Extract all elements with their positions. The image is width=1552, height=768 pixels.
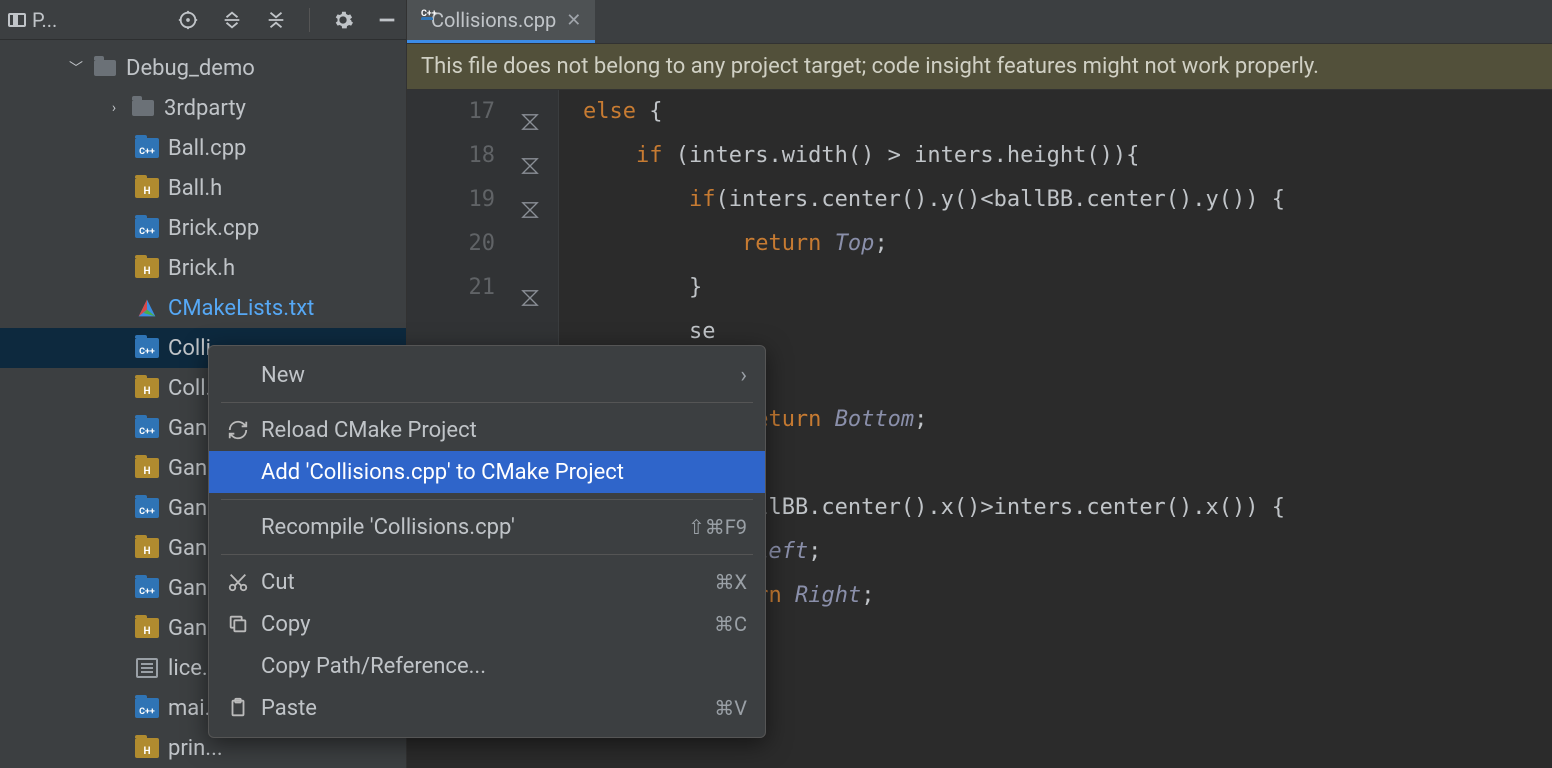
tree-item[interactable]: Ball.h — [0, 168, 406, 208]
cpp-file-icon — [134, 137, 160, 159]
panel-title: P... — [32, 8, 57, 32]
menu-item-label: Reload CMake Project — [261, 418, 747, 443]
cmake-file-icon — [134, 297, 160, 319]
tree-item-label: Ball.cpp — [168, 136, 246, 161]
menu-item-label: Add 'Collisions.cpp' to CMake Project — [261, 460, 747, 485]
cpp-file-icon — [134, 217, 160, 239]
tab-collisions[interactable]: Collisions.cpp ✕ — [407, 0, 595, 43]
reload-icon — [227, 419, 249, 441]
paste-icon — [227, 697, 249, 719]
h-file-icon — [134, 737, 160, 759]
menu-separator — [221, 402, 753, 403]
menu-item[interactable]: New › — [209, 354, 765, 396]
h-file-icon — [134, 537, 160, 559]
tree-item[interactable]: › 3rdparty — [0, 88, 406, 128]
fold-marker-icon[interactable] — [521, 147, 539, 165]
close-icon[interactable]: ✕ — [566, 10, 581, 31]
chevron-right-icon[interactable]: › — [106, 100, 122, 116]
copy-icon — [227, 613, 249, 635]
tree-item-label: Ball.h — [168, 176, 222, 201]
menu-item-label: Recompile 'Collisions.cpp' — [261, 515, 676, 540]
warning-banner: This file does not belong to any project… — [407, 44, 1552, 90]
tree-item-label: Debug_demo — [126, 56, 255, 81]
sidebar-header: P... — [0, 0, 406, 40]
menu-shortcut: ⌘C — [714, 612, 747, 636]
menu-item-label: Copy — [261, 612, 702, 637]
menu-item[interactable]: Add 'Collisions.cpp' to CMake Project — [209, 451, 765, 493]
menu-item-label: Copy Path/Reference... — [261, 654, 747, 679]
menu-separator — [221, 499, 753, 500]
fold-marker-icon[interactable] — [521, 279, 539, 297]
context-menu[interactable]: New › Reload CMake Project Add 'Collisions.… — [208, 345, 766, 738]
h-file-icon — [134, 257, 160, 279]
menu-shortcut: ⇧⌘F9 — [688, 515, 747, 539]
chevron-right-icon: › — [740, 363, 747, 388]
menu-shortcut: ⌘V — [714, 696, 747, 720]
project-panel-icon — [8, 13, 26, 27]
menu-item[interactable]: Recompile 'Collisions.cpp' ⇧⌘F9 — [209, 506, 765, 548]
menu-item-label: Cut — [261, 570, 702, 595]
minimize-icon[interactable] — [376, 9, 398, 31]
folder-file-icon — [130, 97, 156, 119]
tree-item[interactable]: CMakeLists.txt — [0, 288, 406, 328]
menu-item-label: Paste — [261, 696, 702, 721]
h-file-icon — [134, 457, 160, 479]
tree-item-label: Brick.cpp — [168, 216, 259, 241]
gear-icon[interactable] — [332, 9, 354, 31]
locate-icon[interactable] — [177, 9, 199, 31]
menu-item[interactable]: Cut ⌘X — [209, 561, 765, 603]
collapse-all-icon[interactable] — [265, 9, 287, 31]
txt-file-icon — [134, 657, 160, 679]
cpp-file-icon — [134, 497, 160, 519]
tree-item-label: CMakeLists.txt — [168, 296, 314, 321]
cpp-file-icon — [134, 417, 160, 439]
tree-item-label: 3rdparty — [164, 96, 246, 121]
separator — [309, 8, 310, 32]
menu-separator — [221, 554, 753, 555]
tree-item[interactable]: ﹀ Debug_demo — [0, 48, 406, 88]
tree-item[interactable]: Ball.cpp — [0, 128, 406, 168]
tree-item[interactable]: Brick.h — [0, 248, 406, 288]
cpp-file-icon — [134, 337, 160, 359]
fold-marker-icon[interactable] — [521, 191, 539, 209]
menu-item[interactable]: Copy Path/Reference... — [209, 645, 765, 687]
tree-item-label: prin... — [168, 736, 223, 761]
editor-tabs: Collisions.cpp ✕ — [407, 0, 1552, 44]
menu-item[interactable]: Paste ⌘V — [209, 687, 765, 729]
h-file-icon — [134, 617, 160, 639]
menu-item[interactable]: Reload CMake Project — [209, 409, 765, 451]
chevron-down-icon[interactable]: ﹀ — [68, 58, 84, 78]
folder-file-icon — [92, 57, 118, 79]
tab-label: Collisions.cpp — [431, 8, 556, 32]
tree-item[interactable]: Brick.cpp — [0, 208, 406, 248]
cut-icon — [227, 571, 249, 593]
menu-item-label: New — [261, 363, 728, 388]
tree-item-label: Brick.h — [168, 256, 235, 281]
cpp-file-icon — [134, 697, 160, 719]
expand-all-icon[interactable] — [221, 9, 243, 31]
menu-item[interactable]: Copy ⌘C — [209, 603, 765, 645]
h-file-icon — [134, 177, 160, 199]
fold-marker-icon[interactable] — [521, 103, 539, 121]
menu-shortcut: ⌘X — [714, 570, 747, 594]
cpp-file-icon — [134, 577, 160, 599]
h-file-icon — [134, 377, 160, 399]
banner-text: This file does not belong to any project… — [421, 54, 1319, 79]
